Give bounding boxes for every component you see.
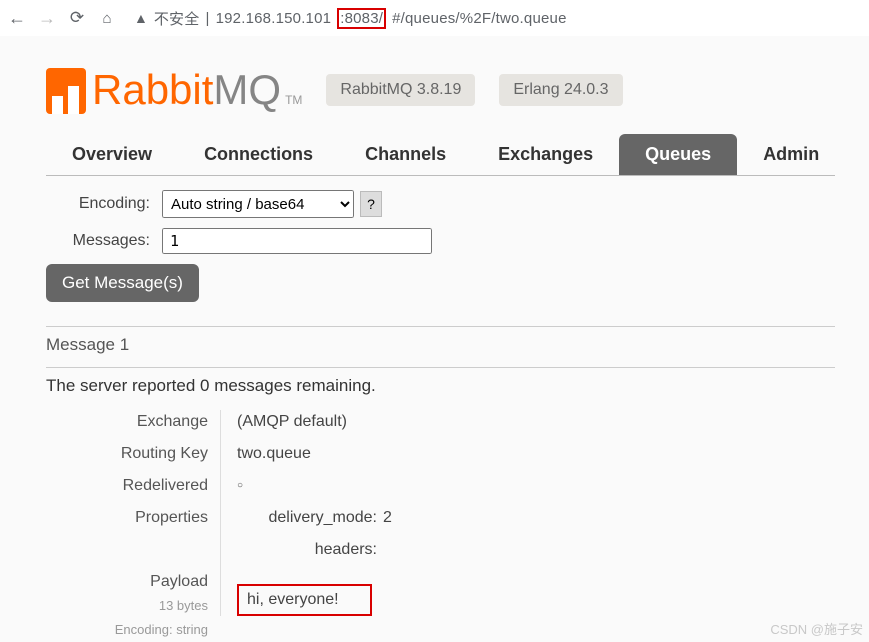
get-messages-button[interactable]: Get Message(s) [46, 264, 199, 302]
separator [46, 367, 835, 368]
message-details: Exchange Routing Key Redelivered Propert… [46, 410, 835, 616]
rabbitmq-logo: RabbitMQTM [46, 66, 302, 114]
tab-channels[interactable]: Channels [339, 134, 472, 175]
routing-value: two.queue [237, 442, 392, 474]
tab-admin[interactable]: Admin [737, 134, 845, 175]
tab-exchanges[interactable]: Exchanges [472, 134, 619, 175]
tab-connections[interactable]: Connections [178, 134, 339, 175]
back-icon[interactable]: ← [6, 8, 28, 29]
prop-delivery-mode: delivery_mode:2 [237, 506, 392, 538]
redelivered-value: ○ [237, 474, 392, 506]
separator [46, 326, 835, 327]
remaining-text: The server reported 0 messages remaining… [46, 376, 835, 396]
reload-icon[interactable]: ⟳ [66, 8, 88, 28]
properties-label: Properties [46, 506, 208, 538]
url-port-highlight: :8083/ [337, 8, 386, 29]
url-host: 192.168.150.101 [216, 10, 332, 27]
routing-label: Routing Key [46, 442, 208, 474]
exchange-label: Exchange [46, 410, 208, 442]
url-path: #/queues/%2F/two.queue [392, 10, 567, 27]
messages-input[interactable] [162, 228, 432, 254]
tab-overview[interactable]: Overview [46, 134, 178, 175]
payload-label: Payload 13 bytes Encoding: string [46, 570, 208, 602]
security-label: 不安全 [154, 8, 200, 29]
prop-headers: headers: [237, 538, 392, 570]
tab-queues[interactable]: Queues [619, 134, 737, 175]
messages-label: Messages: [50, 232, 150, 250]
main-tabs: Overview Connections Channels Exchanges … [46, 134, 835, 176]
erlang-badge: Erlang 24.0.3 [499, 74, 622, 106]
encoding-select[interactable]: Auto string / base64 [162, 190, 354, 218]
insecure-icon: ▲ [134, 10, 148, 26]
version-badge: RabbitMQ 3.8.19 [326, 74, 475, 106]
forward-icon[interactable]: → [36, 8, 58, 29]
encoding-help-button[interactable]: ? [360, 191, 382, 217]
payload-value-highlight: hi, everyone! [237, 584, 372, 616]
address-bar[interactable]: ▲ 不安全 | 192.168.150.101:8083/#/queues/%2… [126, 8, 863, 29]
encoding-label: Encoding: [50, 195, 150, 213]
home-icon[interactable]: ⌂ [96, 10, 118, 27]
watermark: CSDN @施子安 [770, 619, 863, 638]
exchange-value: (AMQP default) [237, 410, 392, 442]
logo-icon [46, 68, 86, 114]
message-title: Message 1 [46, 335, 835, 355]
redelivered-label: Redelivered [46, 474, 208, 506]
